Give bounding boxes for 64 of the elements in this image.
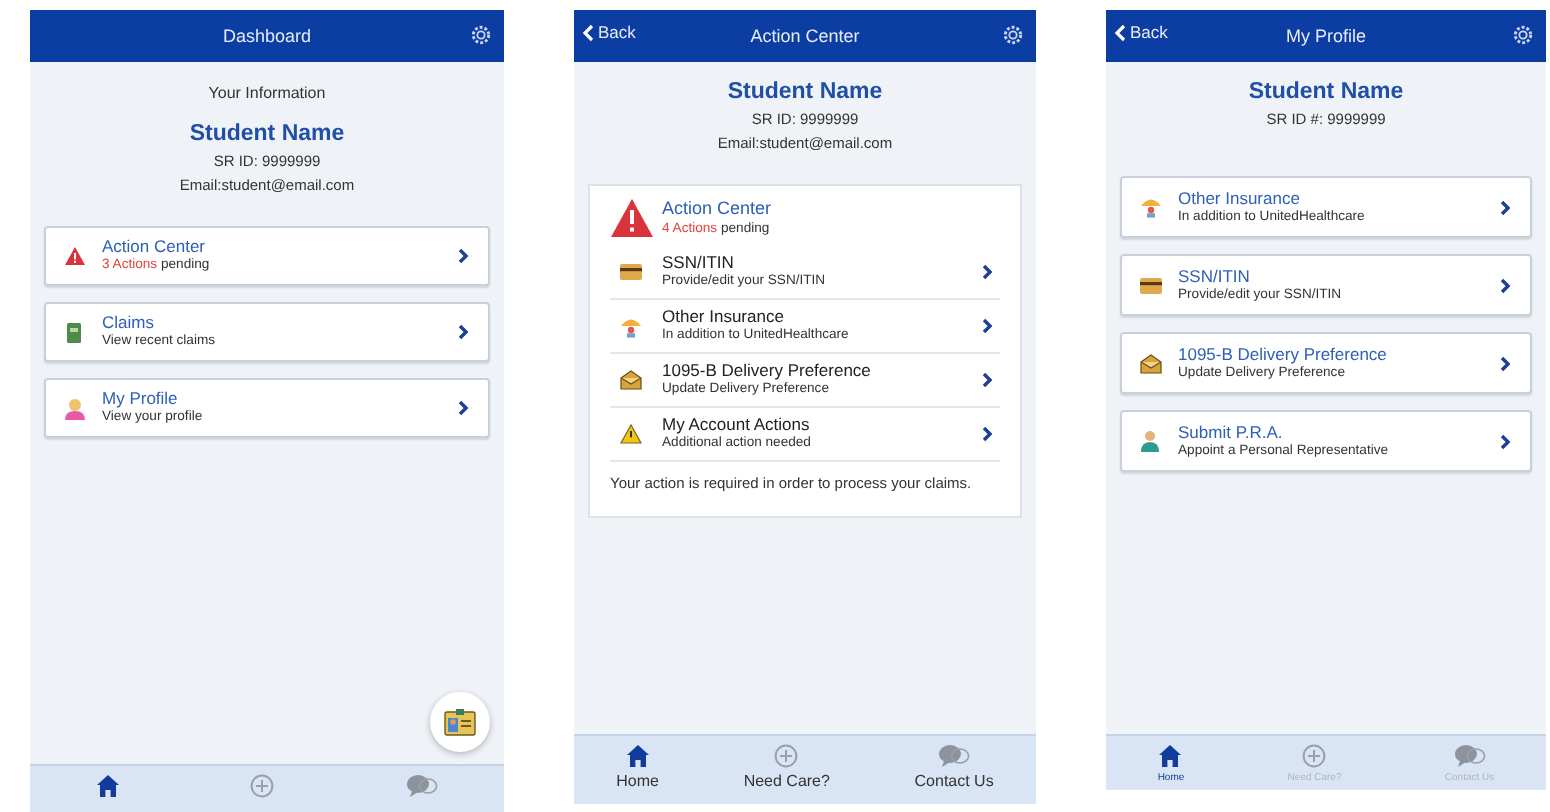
chevron-icon <box>1500 433 1510 449</box>
chevron-left-icon <box>1114 23 1126 41</box>
card-icon <box>1139 277 1161 293</box>
plus-icon <box>774 744 799 768</box>
home-icon <box>1158 744 1183 768</box>
settings-icon[interactable] <box>1512 24 1534 46</box>
warning-icon <box>610 198 654 238</box>
chevron-icon <box>982 318 992 334</box>
chevron-icon <box>982 264 992 280</box>
chevron-icon <box>1500 199 1510 215</box>
action-title: Other Insurance <box>662 308 786 327</box>
card-title: SSN/ITIN <box>1178 267 1252 286</box>
tab-button[interactable]: Home <box>616 744 659 790</box>
chat-icon <box>1453 744 1486 768</box>
chevron-icon <box>1500 355 1510 371</box>
settings-icon[interactable] <box>470 24 492 46</box>
warning-icon <box>63 246 85 266</box>
chevron-left-icon <box>582 23 594 41</box>
chevron-icon <box>458 248 468 264</box>
person-icon <box>63 397 85 419</box>
panel-title: Action Center <box>662 200 774 220</box>
tab-button[interactable]: Need Care? <box>743 744 830 790</box>
plus-icon <box>1302 744 1327 768</box>
card-title: My Profile <box>102 390 180 409</box>
envelope-icon <box>1139 353 1161 373</box>
id-card-button[interactable] <box>430 692 490 752</box>
plus-icon <box>250 774 275 798</box>
card-title: Claims <box>102 314 156 333</box>
settings-icon[interactable] <box>1002 24 1024 46</box>
screen-title: Action Center <box>750 26 860 46</box>
envelope-icon <box>619 370 641 390</box>
card-title: 1095-B Delivery Preference <box>1178 345 1389 364</box>
card-title: Other Insurance <box>1178 189 1302 208</box>
card-icon <box>619 264 641 280</box>
back-button[interactable]: Back <box>582 22 636 42</box>
chevron-icon <box>1500 277 1510 293</box>
chevron-icon <box>982 372 992 388</box>
screen-title: My Profile <box>1285 26 1366 46</box>
tab-button[interactable]: Contact Us <box>914 744 994 790</box>
section-heading: Your Information <box>206 84 328 102</box>
action-title: SSN/ITIN <box>662 254 736 273</box>
id-card-icon <box>444 708 476 736</box>
umbrella-icon <box>1139 196 1161 218</box>
chevron-icon <box>458 400 468 416</box>
umbrella-icon <box>619 315 641 337</box>
home-icon <box>95 774 120 798</box>
screen-title: Dashboard <box>222 26 312 46</box>
chevron-icon <box>458 324 468 340</box>
action-title: 1095-B Delivery Preference <box>662 362 873 381</box>
person-icon <box>1140 430 1160 452</box>
card-title: Submit P.R.A. <box>1178 423 1285 442</box>
home-icon <box>625 744 650 768</box>
student-name: Student Name <box>1246 80 1406 104</box>
card-title: Action Center <box>102 238 207 257</box>
student-name: Student Name <box>725 80 885 104</box>
warning-icon <box>619 424 641 444</box>
chevron-icon <box>982 426 992 442</box>
book-icon <box>66 321 82 343</box>
action-title: My Account Actions <box>662 416 812 435</box>
back-button[interactable]: Back <box>1114 22 1168 42</box>
chat-icon <box>406 774 439 798</box>
chat-icon <box>938 744 971 768</box>
tab-button[interactable] <box>95 774 120 798</box>
student-name: Student Name <box>187 122 347 146</box>
